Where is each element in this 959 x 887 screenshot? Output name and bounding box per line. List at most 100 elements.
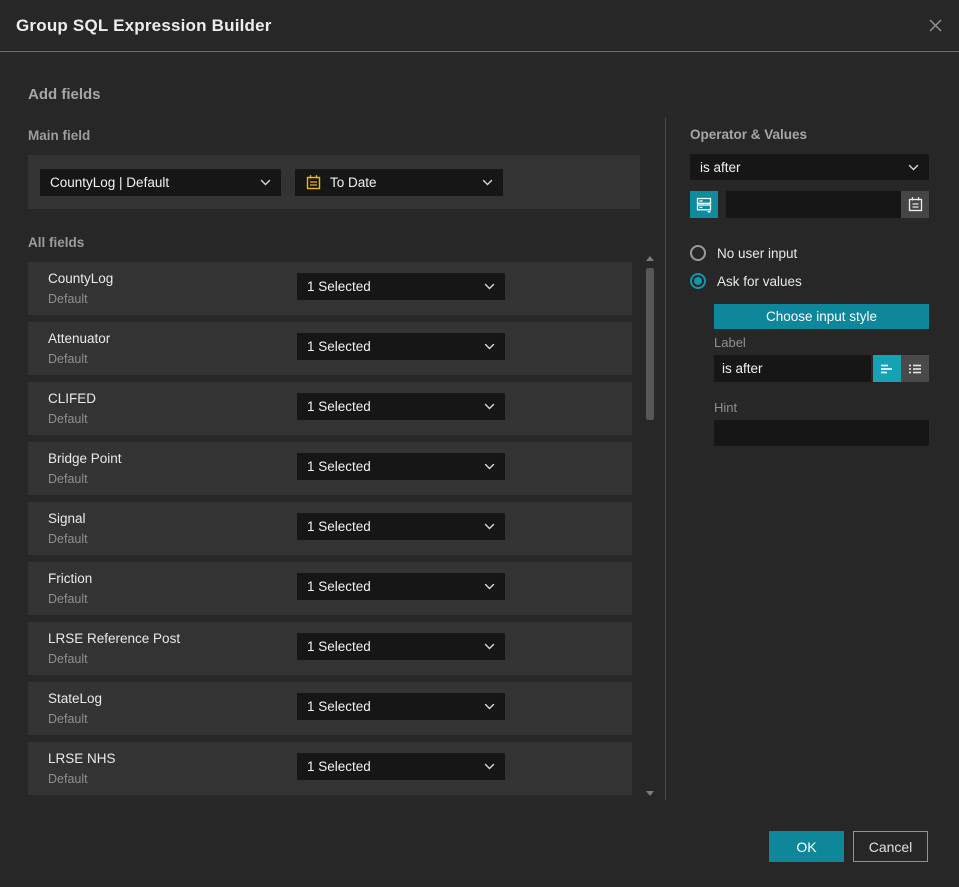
all-fields-list: CountyLog Default 1 Selected Attenuator …	[28, 262, 632, 802]
field-row: StateLog Default 1 Selected	[28, 682, 632, 735]
field-name: Bridge Point	[48, 451, 122, 466]
field-selection-dropdown[interactable]: 1 Selected	[297, 333, 505, 360]
main-field-panel: CountyLog | Default To Date	[28, 155, 640, 209]
chevron-down-icon	[484, 403, 495, 410]
chevron-down-icon	[908, 164, 919, 171]
list-icon	[907, 361, 923, 377]
field-selection-value: 1 Selected	[307, 279, 371, 294]
add-fields-heading: Add fields	[28, 86, 101, 103]
field-selection-dropdown[interactable]: 1 Selected	[297, 453, 505, 480]
radio-ask-for-values[interactable]: Ask for values	[690, 273, 802, 289]
field-row: CountyLog Default 1 Selected	[28, 262, 632, 315]
group-sql-expression-builder-dialog: Group SQL Expression Builder Add fields …	[0, 0, 959, 887]
field-subtitle: Default	[48, 592, 88, 606]
label-input[interactable]	[714, 355, 871, 382]
field-subtitle: Default	[48, 292, 88, 306]
operator-values-heading: Operator & Values	[690, 127, 808, 142]
field-selection-dropdown[interactable]: 1 Selected	[297, 633, 505, 660]
field-row: LRSE Reference Post Default 1 Selected	[28, 622, 632, 675]
field-selection-value: 1 Selected	[307, 759, 371, 774]
cancel-button[interactable]: Cancel	[853, 831, 928, 862]
field-selection-dropdown[interactable]: 1 Selected	[297, 393, 505, 420]
field-name: LRSE NHS	[48, 751, 116, 766]
field-subtitle: Default	[48, 472, 88, 486]
field-selection-dropdown[interactable]: 1 Selected	[297, 693, 505, 720]
close-icon[interactable]	[928, 18, 943, 33]
field-selection-dropdown[interactable]: 1 Selected	[297, 513, 505, 540]
input-type-button[interactable]	[690, 191, 718, 218]
date-picker-button[interactable]	[901, 191, 929, 218]
field-subtitle: Default	[48, 772, 88, 786]
field-name: CLIFED	[48, 391, 97, 406]
field-subtitle: Default	[48, 532, 88, 546]
chevron-down-icon	[484, 583, 495, 590]
field-name: CountyLog	[48, 271, 114, 286]
label-input-row	[714, 355, 929, 382]
label-caption: Label	[714, 335, 746, 350]
calendar-icon	[305, 174, 322, 191]
chevron-down-icon	[484, 283, 495, 290]
field-selection-dropdown[interactable]: 1 Selected	[297, 573, 505, 600]
radio-ask-for-values-label: Ask for values	[717, 273, 802, 289]
field-row: Signal Default 1 Selected	[28, 502, 632, 555]
field-selection-dropdown[interactable]: 1 Selected	[297, 273, 505, 300]
chevron-down-icon	[484, 703, 495, 710]
field-name: StateLog	[48, 691, 103, 706]
main-field-select[interactable]: CountyLog | Default	[40, 169, 281, 196]
chevron-down-icon	[484, 763, 495, 770]
field-selection-value: 1 Selected	[307, 459, 371, 474]
field-row: CLIFED Default 1 Selected	[28, 382, 632, 435]
field-subtitle: Default	[48, 652, 88, 666]
field-subtitle: Default	[48, 412, 88, 426]
field-selection-value: 1 Selected	[307, 339, 371, 354]
field-selection-dropdown[interactable]: 1 Selected	[297, 753, 505, 780]
field-row: Bridge Point Default 1 Selected	[28, 442, 632, 495]
chevron-down-icon	[484, 643, 495, 650]
scroll-down-icon[interactable]	[646, 791, 654, 796]
chevron-down-icon	[260, 179, 271, 186]
calendar-icon	[907, 196, 924, 213]
field-subtitle: Default	[48, 712, 88, 726]
ok-button[interactable]: OK	[769, 831, 844, 862]
list-icon-button[interactable]	[901, 355, 929, 382]
hint-input[interactable]	[714, 420, 929, 446]
main-field-type-value: To Date	[330, 175, 377, 190]
operator-select[interactable]: is after	[690, 154, 929, 180]
panel-divider	[665, 118, 666, 800]
main-field-heading: Main field	[28, 128, 91, 143]
field-selection-value: 1 Selected	[307, 639, 371, 654]
chevron-down-icon	[484, 523, 495, 530]
radio-selected-icon	[690, 273, 706, 289]
field-selection-value: 1 Selected	[307, 399, 371, 414]
chevron-down-icon	[482, 179, 493, 186]
field-row: Friction Default 1 Selected	[28, 562, 632, 615]
field-selection-value: 1 Selected	[307, 699, 371, 714]
list-scrollbar[interactable]	[643, 252, 657, 800]
scroll-up-icon[interactable]	[646, 256, 654, 261]
choose-input-style-button[interactable]: Choose input style	[714, 304, 929, 329]
dialog-header: Group SQL Expression Builder	[0, 0, 959, 52]
field-name: Signal	[48, 511, 86, 526]
value-input-wrap	[726, 191, 929, 218]
value-input-row	[690, 191, 929, 218]
dialog-title: Group SQL Expression Builder	[16, 15, 272, 35]
field-row: LRSE NHS Default 1 Selected	[28, 742, 632, 795]
operator-select-value: is after	[700, 159, 741, 175]
align-left-icon-button[interactable]	[873, 355, 901, 382]
all-fields-heading: All fields	[28, 235, 85, 250]
chevron-down-icon	[484, 343, 495, 350]
main-field-type-select[interactable]: To Date	[295, 169, 503, 196]
hint-caption: Hint	[714, 400, 738, 415]
field-name: LRSE Reference Post	[48, 631, 181, 646]
radio-no-user-input-label: No user input	[717, 245, 798, 261]
field-subtitle: Default	[48, 352, 88, 366]
radio-unselected-icon	[690, 245, 706, 261]
chevron-down-icon	[484, 463, 495, 470]
radio-no-user-input[interactable]: No user input	[690, 245, 797, 261]
main-field-select-value: CountyLog | Default	[50, 175, 170, 190]
align-left-icon	[879, 361, 895, 377]
scrollbar-thumb[interactable]	[646, 268, 654, 420]
input-rows-icon	[696, 196, 713, 214]
field-name: Attenuator	[48, 331, 111, 346]
value-input[interactable]	[726, 191, 929, 218]
